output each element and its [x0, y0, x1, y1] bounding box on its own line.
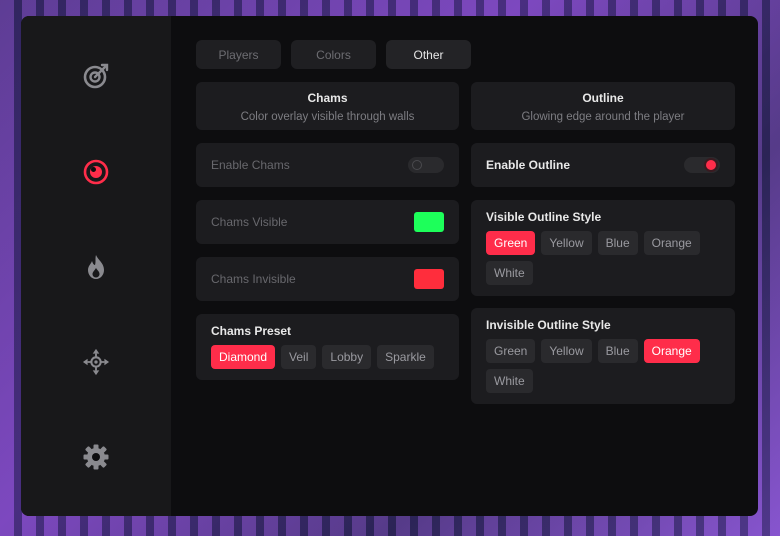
enable-chams-label: Enable Chams [211, 158, 290, 172]
crosshair-move-icon[interactable] [82, 348, 110, 376]
tab-players[interactable]: Players [196, 40, 281, 69]
chams-preset-group: Chams Preset Diamond Veil Lobby Sparkle [196, 314, 459, 380]
chams-visible-color-swatch[interactable] [414, 212, 444, 232]
enable-outline-label: Enable Outline [486, 158, 571, 172]
tab-bar: Players Colors Other [196, 40, 471, 69]
chams-preset-label: Chams Preset [211, 324, 292, 338]
enable-chams-toggle[interactable] [408, 157, 444, 173]
chams-subtitle: Color overlay visible through walls [240, 111, 415, 123]
invisible-outline-white[interactable]: White [486, 369, 533, 393]
main-content: Players Colors Other Chams Color overlay… [171, 16, 758, 516]
gear-icon[interactable] [82, 443, 110, 471]
invisible-outline-yellow[interactable]: Yellow [541, 339, 592, 363]
chams-preset-lobby[interactable]: Lobby [322, 345, 372, 369]
eye-icon[interactable] [82, 158, 110, 186]
chams-header: Chams Color overlay visible through wall… [196, 82, 459, 130]
chams-preset-veil[interactable]: Veil [281, 345, 317, 369]
visible-outline-style-group: Visible Outline Style Green Yellow Blue … [471, 200, 735, 296]
visible-outline-style-label: Visible Outline Style [486, 210, 602, 224]
fire-icon[interactable] [82, 253, 110, 281]
invisible-outline-style-label: Invisible Outline Style [486, 318, 611, 332]
chams-visible-row: Chams Visible [196, 200, 459, 244]
chams-invisible-color-swatch[interactable] [414, 269, 444, 289]
visible-outline-yellow[interactable]: Yellow [541, 231, 592, 255]
chams-preset-diamond[interactable]: Diamond [211, 345, 276, 369]
visible-outline-style-options: Green Yellow Blue Orange White [486, 231, 706, 285]
enable-outline-toggle[interactable] [684, 157, 720, 173]
visible-outline-white[interactable]: White [486, 261, 533, 285]
outline-subtitle: Glowing edge around the player [521, 111, 685, 123]
invisible-outline-blue[interactable]: Blue [597, 339, 638, 363]
tab-colors[interactable]: Colors [291, 40, 376, 69]
enable-outline-row: Enable Outline [471, 143, 735, 187]
toggle-knob [706, 160, 716, 170]
aim-target-icon[interactable] [82, 62, 110, 90]
chams-invisible-row: Chams Invisible [196, 257, 459, 301]
chams-title: Chams [307, 91, 348, 105]
invisible-outline-style-options: Green Yellow Blue Orange White [486, 339, 706, 393]
chams-invisible-label: Chams Invisible [211, 272, 296, 286]
settings-window: Players Colors Other Chams Color overlay… [21, 16, 758, 516]
toggle-knob [412, 160, 422, 170]
chams-visible-label: Chams Visible [211, 215, 288, 229]
enable-chams-row: Enable Chams [196, 143, 459, 187]
chams-preset-options: Diamond Veil Lobby Sparkle [211, 345, 451, 369]
visible-outline-green[interactable]: Green [486, 231, 536, 255]
visible-outline-blue[interactable]: Blue [597, 231, 638, 255]
tab-other[interactable]: Other [386, 40, 471, 69]
outline-title: Outline [582, 91, 624, 105]
invisible-outline-orange[interactable]: Orange [643, 339, 700, 363]
invisible-outline-green[interactable]: Green [486, 339, 536, 363]
outline-header: Outline Glowing edge around the player [471, 82, 735, 130]
invisible-outline-style-group: Invisible Outline Style Green Yellow Blu… [471, 308, 735, 404]
visible-outline-orange[interactable]: Orange [643, 231, 700, 255]
chams-preset-sparkle[interactable]: Sparkle [377, 345, 434, 369]
